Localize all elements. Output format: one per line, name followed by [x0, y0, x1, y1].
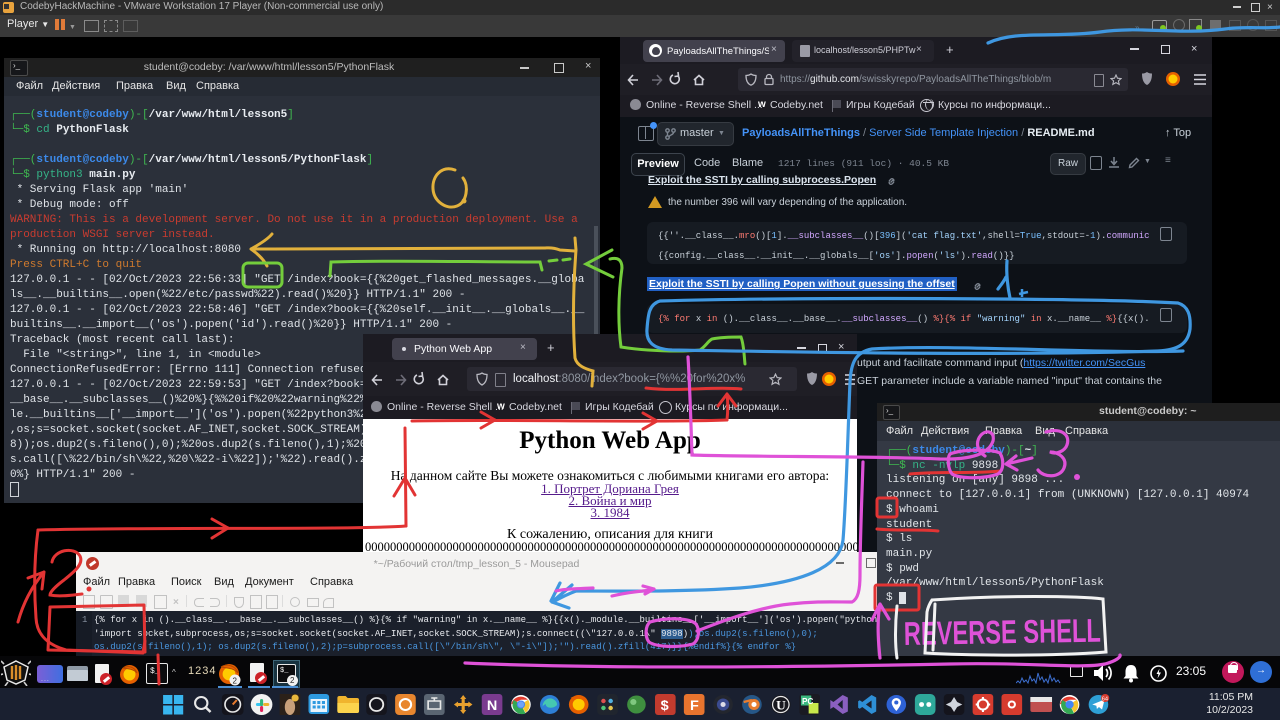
svg-text:N: N: [487, 698, 497, 714]
svg-text:64: 64: [1102, 696, 1108, 702]
svg-text:U: U: [776, 698, 786, 713]
svg-text:F: F: [690, 698, 699, 714]
svg-text:PC: PC: [802, 697, 814, 706]
svg-text:$: $: [661, 698, 669, 714]
svg-text:2: 2: [233, 677, 238, 686]
